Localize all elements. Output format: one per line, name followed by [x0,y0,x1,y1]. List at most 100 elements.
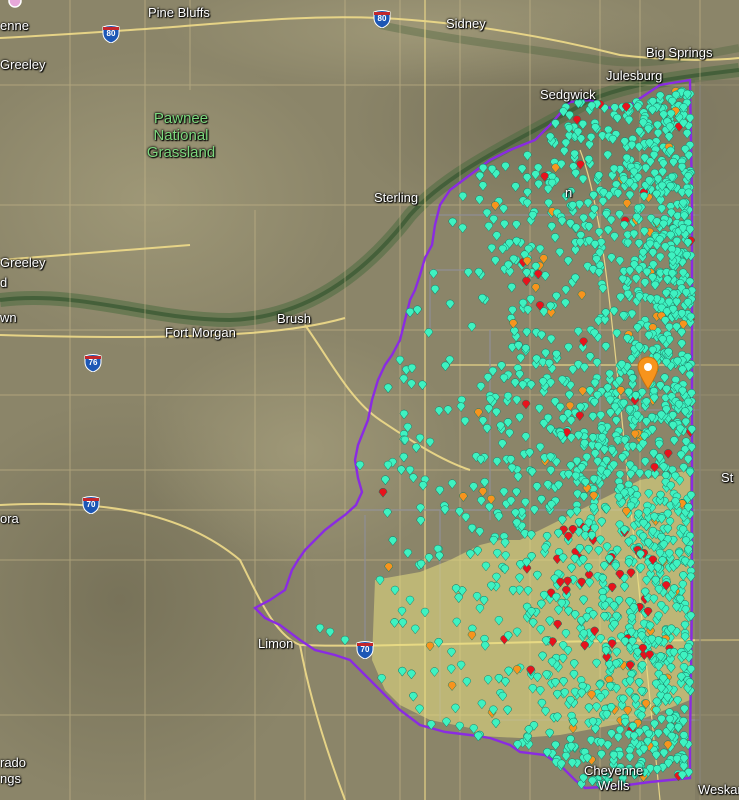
well-marker-icon[interactable] [633,323,642,333]
well-marker-icon[interactable] [492,231,501,241]
well-marker-icon[interactable] [585,386,595,397]
well-marker-icon[interactable] [522,276,531,287]
well-marker-icon[interactable] [576,160,585,170]
well-marker-icon[interactable] [448,217,457,228]
well-marker-icon[interactable] [516,353,525,364]
well-marker-icon[interactable] [512,395,522,406]
well-marker-icon[interactable] [564,342,573,353]
well-marker-icon[interactable] [574,430,583,441]
well-marker-icon[interactable] [464,268,473,278]
well-marker-icon[interactable] [503,418,513,428]
well-marker-icon[interactable] [443,405,453,416]
well-marker-icon[interactable] [555,247,565,258]
well-marker-icon[interactable] [659,748,669,759]
well-marker-icon[interactable] [575,411,585,422]
well-marker-icon[interactable] [576,237,585,248]
well-marker-icon[interactable] [413,305,422,316]
well-marker-icon[interactable] [508,305,517,316]
well-marker-icon[interactable] [523,198,532,209]
well-marker-icon[interactable] [589,190,598,201]
well-marker-icon[interactable] [557,216,567,227]
well-marker-icon[interactable] [399,452,409,463]
well-marker-icon[interactable] [509,319,518,329]
well-marker-icon[interactable] [517,164,527,175]
well-marker-icon[interactable] [625,752,635,763]
well-marker-icon[interactable] [501,161,510,172]
well-marker-icon[interactable] [435,551,444,562]
well-marker-icon[interactable] [523,151,532,161]
well-marker-icon[interactable] [478,181,488,191]
well-marker-icon[interactable] [601,342,611,352]
well-marker-icon[interactable] [598,196,608,207]
well-marker-icon[interactable] [521,399,531,410]
well-marker-icon[interactable] [515,412,524,423]
well-marker-icon[interactable] [530,505,539,516]
well-marker-icon[interactable] [500,219,509,230]
well-marker-icon[interactable] [564,123,574,134]
well-marker-icon[interactable] [512,487,521,498]
well-marker-icon[interactable] [480,478,489,488]
well-marker-icon[interactable] [416,503,425,514]
well-marker-icon[interactable] [407,363,417,374]
well-marker-icon[interactable] [608,171,617,181]
well-marker-icon[interactable] [687,442,696,453]
well-marker-icon[interactable] [640,278,650,288]
well-marker-icon[interactable] [434,406,444,417]
well-marker-icon[interactable] [583,198,593,209]
well-marker-icon[interactable] [494,512,504,522]
well-marker-icon[interactable] [551,119,560,129]
well-marker-icon[interactable] [653,120,662,131]
well-marker-icon[interactable] [644,124,653,135]
well-marker-icon[interactable] [564,470,573,480]
well-marker-icon[interactable] [418,380,427,391]
well-marker-icon[interactable] [561,138,571,149]
well-marker-icon[interactable] [456,402,466,413]
well-marker-icon[interactable] [485,502,494,513]
well-marker-icon[interactable] [533,269,543,280]
well-marker-icon[interactable] [607,253,616,263]
well-marker-icon[interactable] [612,328,622,339]
well-marker-icon[interactable] [561,298,570,309]
well-marker-icon[interactable] [492,407,501,418]
well-marker-icon[interactable] [412,443,421,453]
well-marker-icon[interactable] [551,740,560,751]
well-marker-icon[interactable] [662,384,671,395]
well-marker-icon[interactable] [547,222,557,232]
well-marker-icon[interactable] [498,439,507,449]
well-marker-icon[interactable] [521,497,530,508]
well-marker-icon[interactable] [340,635,350,646]
well-marker-icon[interactable] [535,244,545,255]
well-marker-icon[interactable] [513,472,523,483]
well-marker-icon[interactable] [664,322,674,333]
well-marker-icon[interactable] [679,320,688,330]
well-marker-icon[interactable] [634,239,644,249]
well-marker-icon[interactable] [550,233,560,243]
well-marker-icon[interactable] [578,174,588,185]
well-marker-icon[interactable] [546,466,556,476]
well-marker-icon[interactable] [560,146,569,157]
well-marker-icon[interactable] [388,536,398,546]
well-marker-icon[interactable] [537,330,546,341]
well-marker-icon[interactable] [383,460,393,471]
well-marker-icon[interactable] [497,361,506,372]
well-marker-icon[interactable] [567,758,577,769]
well-marker-icon[interactable] [578,386,587,397]
well-marker-icon[interactable] [609,306,619,317]
well-marker-icon[interactable] [600,315,610,326]
well-marker-icon[interactable] [561,285,571,296]
well-marker-icon[interactable] [455,721,465,732]
well-marker-icon[interactable] [475,527,484,537]
well-marker-icon[interactable] [668,420,678,431]
well-marker-icon[interactable] [435,485,445,496]
well-marker-icon[interactable] [525,448,534,459]
well-marker-icon[interactable] [625,266,635,277]
well-marker-icon[interactable] [613,732,623,743]
well-marker-icon[interactable] [499,373,509,384]
well-marker-icon[interactable] [491,256,500,266]
well-marker-icon[interactable] [678,365,687,376]
well-marker-icon[interactable] [610,232,619,242]
well-marker-icon[interactable] [399,409,409,420]
well-marker-icon[interactable] [315,623,325,634]
well-marker-icon[interactable] [674,723,683,733]
well-marker-icon[interactable] [523,305,533,316]
